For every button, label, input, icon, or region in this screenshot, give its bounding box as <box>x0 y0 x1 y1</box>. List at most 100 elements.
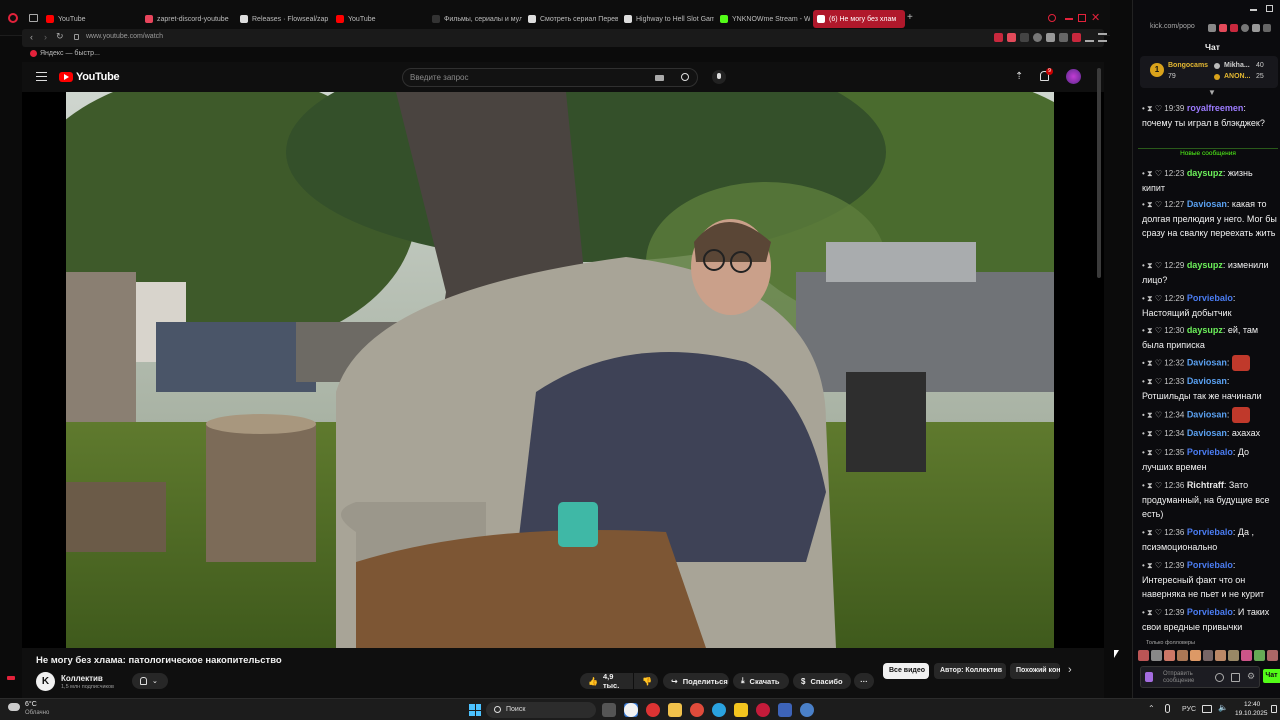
extension-red-icon[interactable] <box>7 676 15 680</box>
emote-icon[interactable] <box>1241 650 1253 661</box>
emote-icon[interactable] <box>1267 650 1278 661</box>
keyboard-icon[interactable] <box>655 75 664 81</box>
yandex-browser-icon[interactable] <box>624 703 638 717</box>
browser-tab[interactable]: Смотреть сериал Перев <box>528 10 618 28</box>
maximize-icon[interactable] <box>1078 14 1086 22</box>
chat-username[interactable]: Richtraff <box>1187 480 1224 490</box>
emoji-icon[interactable] <box>1215 673 1224 682</box>
browser-tab[interactable]: zapret-discord-youtube <box>145 10 235 28</box>
chat-send-button[interactable]: Чат <box>1263 669 1280 683</box>
notification-center-icon[interactable] <box>1271 705 1277 713</box>
thanks-button[interactable]: $ Спасибо <box>793 673 851 689</box>
clock-time[interactable]: 12:40 <box>1244 701 1260 708</box>
like-button[interactable]: 👍 4,9 тыс. <box>580 672 633 690</box>
volume-icon[interactable]: 🔈 <box>1218 703 1228 712</box>
hamburger-menu-icon[interactable] <box>36 72 47 81</box>
download-icon[interactable] <box>1085 33 1094 42</box>
monitor-app-icon[interactable] <box>778 703 792 717</box>
filter-chip[interactable]: Все видео <box>883 663 929 679</box>
clock-date[interactable]: 19.10.2025 <box>1235 710 1268 717</box>
avatar[interactable] <box>1066 69 1081 84</box>
app-icon[interactable] <box>646 703 660 717</box>
chat-username[interactable]: royalfreemen <box>1187 103 1244 113</box>
tray-chevron-icon[interactable]: ⌃ <box>1148 704 1155 713</box>
url-input[interactable]: www.youtube.com/watch <box>86 33 163 40</box>
channel-name[interactable]: Коллектив <box>61 674 103 683</box>
extension-icon[interactable] <box>1020 33 1029 42</box>
chat-username[interactable]: Porviebalo <box>1187 447 1233 457</box>
opera-icon[interactable] <box>756 703 770 717</box>
chat-username[interactable]: Daviosan <box>1187 428 1227 438</box>
extension-icon[interactable] <box>1059 33 1068 42</box>
leaderboard-user[interactable]: Mikha... <box>1224 62 1250 69</box>
browser-tab[interactable]: YouTube <box>46 10 134 28</box>
chat-username[interactable]: daysupz <box>1187 260 1223 270</box>
dislike-button[interactable]: 👎 <box>634 673 658 689</box>
extension-icon[interactable] <box>1208 24 1216 32</box>
video-player[interactable] <box>66 92 1054 648</box>
language-indicator[interactable]: РУС <box>1182 706 1196 713</box>
extensions-icons[interactable] <box>994 33 1107 42</box>
chips-next-icon[interactable]: › <box>1068 664 1072 676</box>
minimize-icon[interactable] <box>1065 18 1073 20</box>
telegram-icon[interactable] <box>712 703 726 717</box>
start-button[interactable] <box>469 704 481 716</box>
chat-username[interactable]: Daviosan <box>1187 376 1227 386</box>
chat-username[interactable]: Porviebalo <box>1187 560 1233 570</box>
pinned-user[interactable]: Bongocams <box>1168 62 1208 69</box>
emote-icon[interactable] <box>1202 650 1214 661</box>
download-button[interactable]: ⤓ Скачать <box>733 673 789 689</box>
chat-username[interactable]: Porviebalo <box>1187 527 1233 537</box>
emote-icon[interactable] <box>1163 650 1175 661</box>
extension-icon[interactable] <box>1072 33 1081 42</box>
emote-icon[interactable] <box>1150 650 1162 661</box>
chat-input-box[interactable]: Отправить сообщение ⚙ <box>1140 666 1260 688</box>
chat-username[interactable]: Porviebalo <box>1187 607 1233 617</box>
emote-bar[interactable] <box>1138 650 1278 662</box>
more-actions-button[interactable]: ··· <box>854 673 874 689</box>
chat-minimize-icon[interactable] <box>1250 9 1257 11</box>
chat-input[interactable]: Отправить сообщение <box>1163 671 1203 685</box>
emote-icon[interactable] <box>1138 650 1149 661</box>
chat-toolbar-icons[interactable] <box>1208 24 1271 32</box>
taskbar-search[interactable]: Поиск <box>486 702 596 718</box>
sidebar-toggle-icon[interactable] <box>29 14 38 22</box>
bookmark-yandex[interactable]: Яндекс — быстр... <box>40 50 100 57</box>
gear-icon[interactable]: ⚙ <box>1247 671 1255 682</box>
create-icon[interactable]: ⇡ <box>1015 71 1023 82</box>
menu-icon[interactable] <box>1098 33 1107 42</box>
extension-icon[interactable] <box>1252 24 1260 32</box>
search-icon[interactable] <box>1048 14 1056 22</box>
chat-username[interactable]: Daviosan <box>1187 409 1227 419</box>
filter-chip[interactable]: Автор: Коллектив <box>934 663 1006 679</box>
chat-username[interactable]: daysupz <box>1187 325 1223 335</box>
extension-icon[interactable] <box>1046 33 1055 42</box>
network-icon[interactable] <box>1202 705 1212 713</box>
scrollbar[interactable] <box>1097 68 1101 278</box>
back-icon[interactable]: ‹ <box>30 32 33 42</box>
extension-icon[interactable] <box>1219 24 1227 32</box>
weather-icon[interactable] <box>8 703 20 711</box>
taskbar-search-input[interactable]: Поиск <box>506 706 525 713</box>
search-icon[interactable] <box>681 73 689 81</box>
chrome-icon[interactable] <box>690 703 704 717</box>
emote-icon[interactable] <box>1254 650 1266 661</box>
close-icon[interactable]: ✕ <box>1091 11 1100 24</box>
voice-search-icon[interactable] <box>712 70 726 84</box>
youtube-logo[interactable]: YouTube <box>59 71 120 83</box>
browser-tab[interactable]: (6) Не могу без хлам <box>813 10 905 28</box>
emote-icon[interactable] <box>1228 650 1240 661</box>
browser-logo-icon[interactable] <box>8 13 18 23</box>
browser-tab[interactable]: YNKNOWme Stream - Wi <box>720 10 810 28</box>
chat-username[interactable]: Daviosan <box>1187 357 1227 367</box>
browser-tab[interactable]: Releases · Flowseal/zap <box>240 10 330 28</box>
forward-icon[interactable]: › <box>44 32 47 42</box>
emote-icon[interactable] <box>1189 650 1201 661</box>
emote-icon[interactable] <box>1215 650 1227 661</box>
extension-icon[interactable] <box>994 33 1003 42</box>
extension-icon[interactable] <box>1230 24 1238 32</box>
browser-tab[interactable]: YouTube <box>336 10 426 28</box>
chat-username[interactable]: daysupz <box>1187 168 1223 178</box>
browser-tab[interactable]: Highway to Hell Slot Gam <box>624 10 714 28</box>
leaderboard-user[interactable]: ANON... <box>1224 73 1250 80</box>
